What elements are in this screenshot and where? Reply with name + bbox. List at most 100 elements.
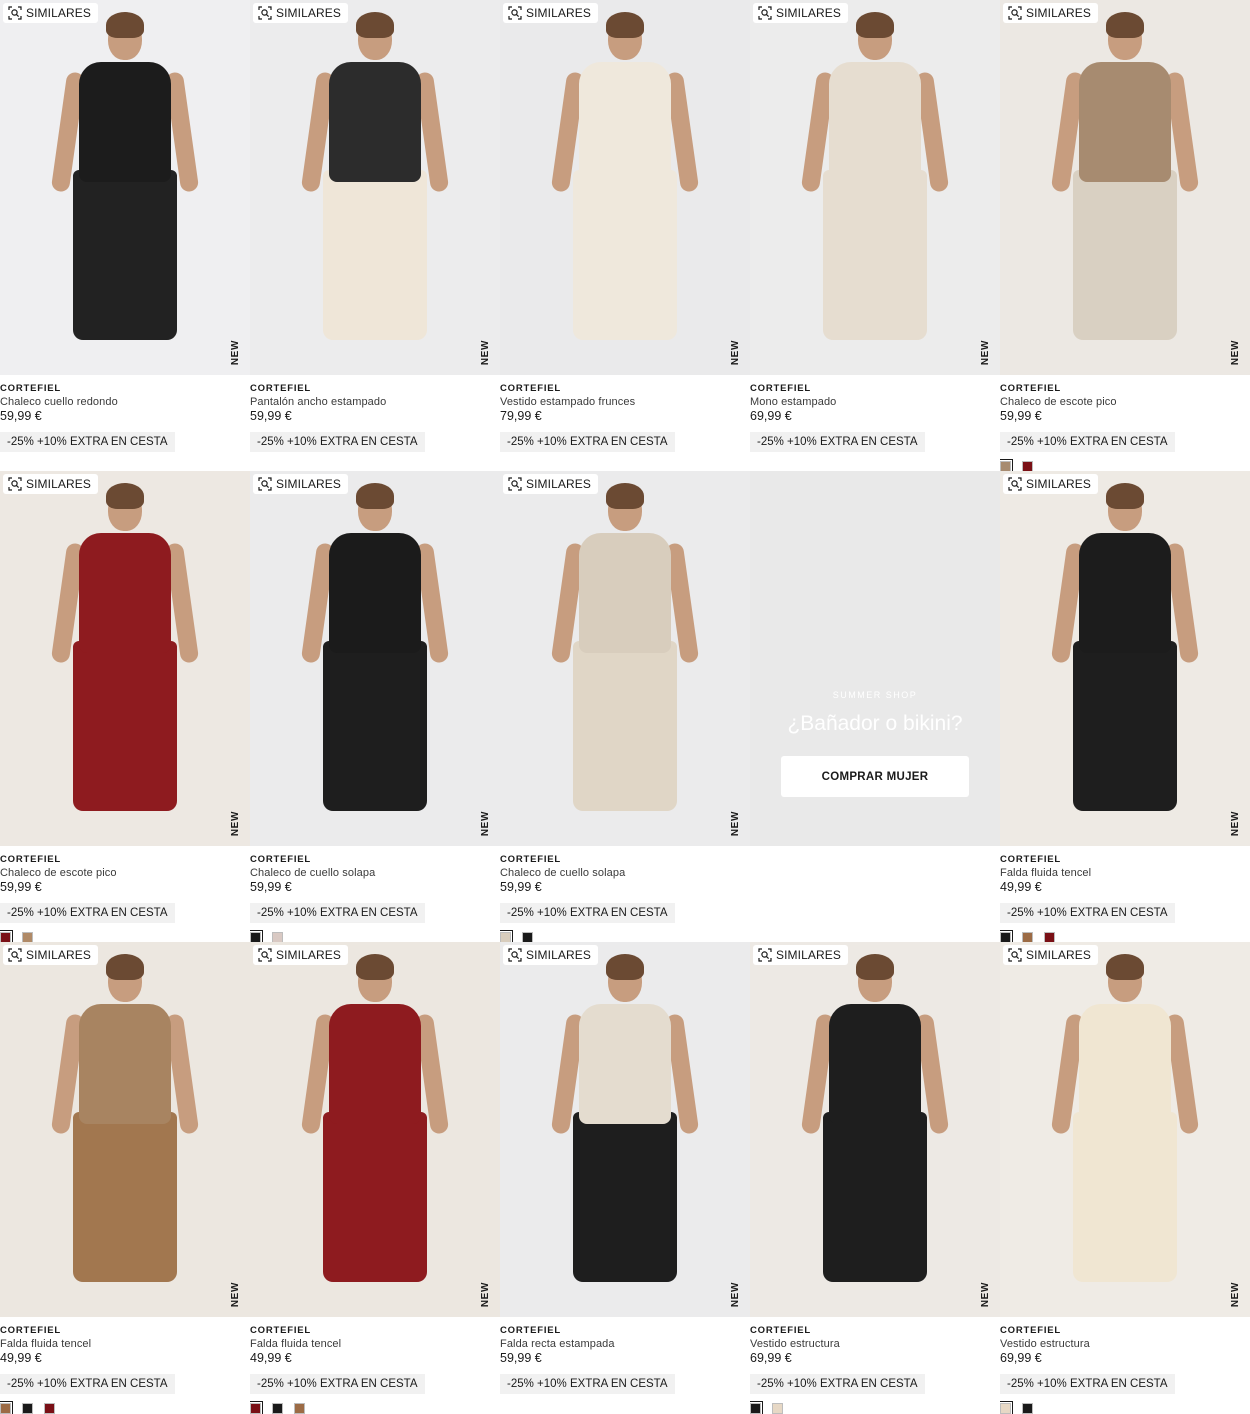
similar-button[interactable]: SIMILARES bbox=[503, 3, 598, 23]
product-name[interactable]: Chaleco de cuello solapa bbox=[500, 866, 750, 880]
product-brand: CORTEFIEL bbox=[250, 1325, 312, 1336]
garment-top bbox=[1079, 533, 1171, 653]
similar-button[interactable]: SIMILARES bbox=[1003, 3, 1098, 23]
product-name[interactable]: Chaleco cuello redondo bbox=[0, 395, 250, 409]
product-card[interactable]: SIMILARES NEW CORTEFIEL Chaleco de escot… bbox=[1000, 0, 1250, 471]
similar-button[interactable]: SIMILARES bbox=[3, 474, 98, 494]
similar-button[interactable]: SIMILARES bbox=[3, 3, 98, 23]
product-image[interactable]: SIMILARES NEW bbox=[1000, 942, 1250, 1317]
similar-button[interactable]: SIMILARES bbox=[1003, 474, 1098, 494]
color-swatch[interactable] bbox=[750, 1401, 763, 1414]
product-image[interactable]: SIMILARES NEW bbox=[500, 0, 750, 375]
product-card[interactable]: SIMILARES NEW CORTEFIEL Falda fluida ten… bbox=[0, 942, 250, 1414]
garment-bottom bbox=[73, 1112, 177, 1282]
model-hair bbox=[856, 954, 894, 980]
similar-button[interactable]: SIMILARES bbox=[753, 945, 848, 965]
product-image[interactable]: SIMILARES NEW bbox=[250, 942, 500, 1317]
product-image[interactable]: SIMILARES NEW bbox=[750, 942, 1000, 1317]
color-swatch[interactable] bbox=[1000, 930, 1013, 942]
color-swatch[interactable] bbox=[1000, 1401, 1013, 1414]
garment-bottom bbox=[323, 641, 427, 811]
product-name[interactable]: Falda fluida tencel bbox=[1000, 866, 1250, 880]
product-card[interactable]: SIMILARES NEW CORTEFIEL Mono estampado 6… bbox=[750, 0, 1000, 471]
color-swatch[interactable] bbox=[250, 930, 263, 942]
product-name[interactable]: Mono estampado bbox=[750, 395, 1000, 409]
color-swatch[interactable] bbox=[500, 930, 513, 942]
product-name[interactable]: Vestido estructura bbox=[750, 1337, 1000, 1351]
garment-top bbox=[1079, 1004, 1171, 1124]
product-image[interactable]: SIMILARES NEW bbox=[1000, 471, 1250, 846]
product-image[interactable]: SIMILARES NEW bbox=[0, 0, 250, 375]
product-name[interactable]: Falda fluida tencel bbox=[0, 1337, 250, 1351]
product-card[interactable]: SIMILARES NEW CORTEFIEL Chaleco de escot… bbox=[0, 471, 250, 942]
product-name[interactable]: Chaleco de cuello solapa bbox=[250, 866, 500, 880]
product-card[interactable]: SIMILARES NEW CORTEFIEL Vestido estructu… bbox=[1000, 942, 1250, 1414]
product-image[interactable]: SIMILARES NEW bbox=[0, 942, 250, 1317]
product-name[interactable]: Pantalón ancho estampado bbox=[250, 395, 500, 409]
color-swatch[interactable] bbox=[0, 1401, 13, 1414]
model-figure bbox=[300, 0, 450, 375]
product-brand: CORTEFIEL bbox=[750, 1325, 812, 1336]
color-swatch[interactable] bbox=[272, 932, 283, 942]
product-price: 49,99 € bbox=[0, 1351, 42, 1365]
similar-button[interactable]: SIMILARES bbox=[503, 474, 598, 494]
visual-search-icon bbox=[758, 948, 772, 962]
product-image[interactable]: SIMILARES NEW bbox=[250, 471, 500, 846]
product-card[interactable]: SIMILARES NEW CORTEFIEL Chaleco de cuell… bbox=[250, 471, 500, 942]
color-swatch[interactable] bbox=[44, 1403, 55, 1414]
product-price: 59,99 € bbox=[500, 880, 542, 894]
color-swatch[interactable] bbox=[1000, 459, 1013, 471]
similar-button[interactable]: SIMILARES bbox=[503, 945, 598, 965]
product-name[interactable]: Falda recta estampada bbox=[500, 1337, 750, 1351]
similar-button[interactable]: SIMILARES bbox=[3, 945, 98, 965]
color-swatch[interactable] bbox=[1022, 461, 1033, 471]
product-card[interactable]: SIMILARES NEW CORTEFIEL Chaleco de cuell… bbox=[500, 471, 750, 942]
similar-button[interactable]: SIMILARES bbox=[253, 3, 348, 23]
promo-tag: -25% +10% EXTRA EN CESTA bbox=[500, 1374, 675, 1394]
product-image[interactable]: SIMILARES NEW bbox=[250, 0, 500, 375]
color-swatch[interactable] bbox=[522, 932, 533, 942]
model-figure bbox=[50, 471, 200, 846]
product-image[interactable]: SIMILARES NEW bbox=[500, 471, 750, 846]
product-card[interactable]: SIMILARES NEW CORTEFIEL Falda fluida ten… bbox=[1000, 471, 1250, 942]
shop-women-button[interactable]: COMPRAR MUJER bbox=[781, 756, 969, 797]
color-swatch[interactable] bbox=[22, 932, 33, 942]
product-image[interactable]: SIMILARES NEW bbox=[750, 0, 1000, 375]
product-price: 59,99 € bbox=[1000, 409, 1042, 423]
model-hair bbox=[1106, 954, 1144, 980]
similar-button[interactable]: SIMILARES bbox=[753, 3, 848, 23]
product-card[interactable]: SIMILARES NEW CORTEFIEL Pantalón ancho e… bbox=[250, 0, 500, 471]
color-swatch[interactable] bbox=[272, 1403, 283, 1414]
color-swatch[interactable] bbox=[294, 1403, 305, 1414]
product-image[interactable]: SIMILARES NEW bbox=[0, 471, 250, 846]
product-card[interactable]: SIMILARES NEW CORTEFIEL Falda recta esta… bbox=[500, 942, 750, 1414]
similar-button[interactable]: SIMILARES bbox=[1003, 945, 1098, 965]
similar-button[interactable]: SIMILARES bbox=[253, 474, 348, 494]
product-card[interactable]: SIMILARES NEW CORTEFIEL Chaleco cuello r… bbox=[0, 0, 250, 471]
model-figure bbox=[50, 942, 200, 1317]
color-swatch[interactable] bbox=[22, 1403, 33, 1414]
promo-banner: SUMMER SHOP ¿Bañador o bikini? COMPRAR M… bbox=[750, 471, 1000, 846]
product-card[interactable]: SIMILARES NEW CORTEFIEL Vestido estampad… bbox=[500, 0, 750, 471]
color-swatch[interactable] bbox=[772, 1403, 783, 1414]
product-card[interactable]: SIMILARES NEW CORTEFIEL Vestido estructu… bbox=[750, 942, 1000, 1414]
new-badge: NEW bbox=[480, 1281, 491, 1307]
product-info: CORTEFIEL Vestido estampado frunces 79,9… bbox=[500, 375, 750, 471]
model-figure bbox=[1050, 471, 1200, 846]
garment-bottom bbox=[323, 170, 427, 340]
product-image[interactable]: SIMILARES NEW bbox=[500, 942, 750, 1317]
product-image[interactable]: SIMILARES NEW bbox=[1000, 0, 1250, 375]
product-name[interactable]: Chaleco de escote pico bbox=[1000, 395, 1250, 409]
similar-button[interactable]: SIMILARES bbox=[253, 945, 348, 965]
color-swatch[interactable] bbox=[1044, 932, 1055, 942]
color-swatch[interactable] bbox=[1022, 932, 1033, 942]
product-card[interactable]: SIMILARES NEW CORTEFIEL Falda fluida ten… bbox=[250, 942, 500, 1414]
product-name[interactable]: Chaleco de escote pico bbox=[0, 866, 250, 880]
product-name[interactable]: Vestido estructura bbox=[1000, 1337, 1250, 1351]
color-swatch[interactable] bbox=[250, 1401, 263, 1414]
color-swatch[interactable] bbox=[0, 930, 13, 942]
garment-bottom bbox=[1073, 641, 1177, 811]
color-swatch[interactable] bbox=[1022, 1403, 1033, 1414]
product-name[interactable]: Falda fluida tencel bbox=[250, 1337, 500, 1351]
product-name[interactable]: Vestido estampado frunces bbox=[500, 395, 750, 409]
